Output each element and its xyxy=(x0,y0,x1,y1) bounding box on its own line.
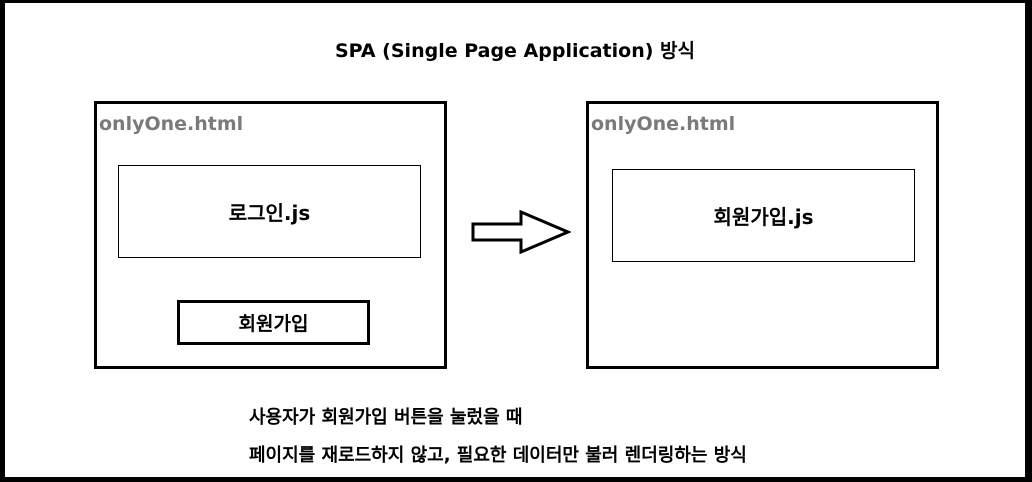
left-file-label: onlyOne.html xyxy=(99,113,244,135)
signup-button[interactable]: 회원가입 xyxy=(177,300,370,345)
right-page-box: onlyOne.html 회원가입.js xyxy=(586,101,939,369)
caption-line-2: 페이지를 재로드하지 않고, 필요한 데이터만 불러 렌더링하는 방식 xyxy=(249,445,747,466)
diagram-title: SPA (Single Page Application) 방식 xyxy=(335,40,695,62)
caption-line-1: 사용자가 회원가입 버튼을 눌렀을 때 xyxy=(249,407,523,428)
diagram-canvas: SPA (Single Page Application) 방식 onlyOne… xyxy=(5,3,1025,477)
login-component-box: 로그인.js xyxy=(118,165,421,258)
transition-arrow-icon xyxy=(471,210,571,254)
left-page-box: onlyOne.html 로그인.js 회원가입 xyxy=(94,101,447,369)
right-file-label: onlyOne.html xyxy=(591,113,736,135)
signup-component-box: 회원가입.js xyxy=(612,169,915,262)
